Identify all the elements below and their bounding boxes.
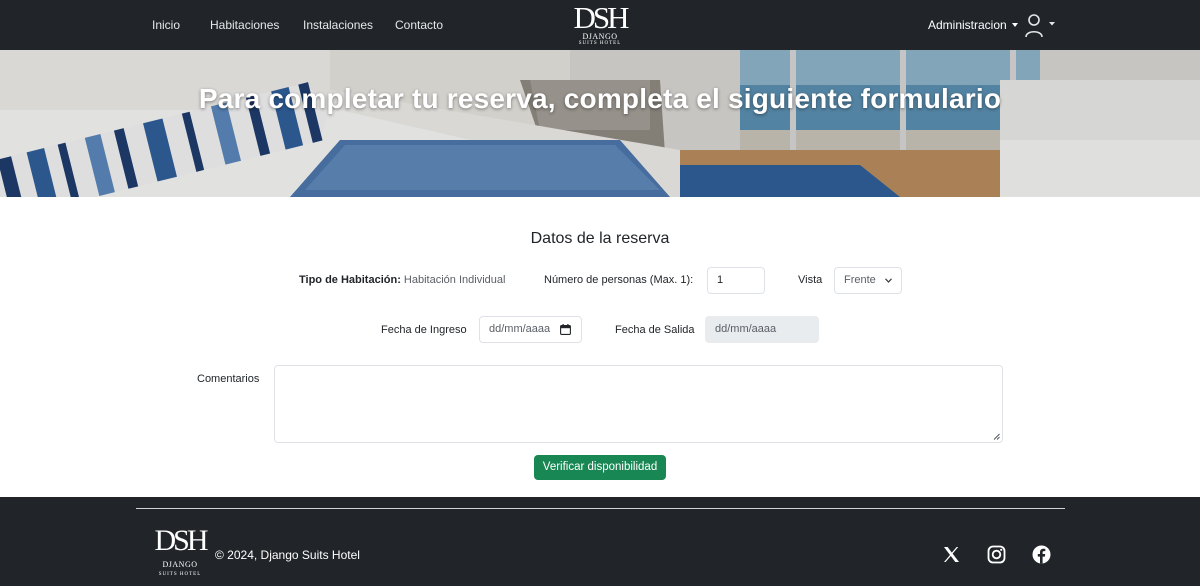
user-menu-button[interactable] — [1024, 13, 1058, 39]
footer-divider — [136, 508, 1065, 509]
footer-logo-name: DJANGO — [162, 560, 198, 569]
view-select[interactable]: Frente — [834, 267, 902, 294]
nav-link-inicio[interactable]: Inicio — [152, 18, 180, 32]
checkout-date-input: dd/mm/aaaa — [705, 316, 819, 343]
view-label: Vista — [798, 274, 823, 286]
hotel-logo[interactable]: DSH DJANGO SUITS HOTEL — [566, 2, 634, 48]
persons-label: Número de personas (Max. 1): — [544, 274, 694, 286]
admin-label: Administracion — [928, 18, 1007, 32]
verify-availability-button[interactable]: Verificar disponibilidad — [534, 455, 666, 480]
facebook-icon[interactable] — [1032, 545, 1051, 564]
logo-monogram: DSH — [573, 0, 629, 35]
checkout-label: Fecha de Salida — [615, 324, 695, 336]
persons-input[interactable]: 1 — [707, 267, 765, 294]
footer-logo-subtitle: SUITS HOTEL — [158, 572, 202, 577]
footer-logo[interactable]: DSH DJANGO SUITS HOTEL — [150, 526, 210, 581]
room-type-label: Tipo de Habitación: — [299, 274, 401, 286]
hero-title: Para completar tu reserva, completa el s… — [198, 83, 1002, 114]
room-type-field: Tipo de Habitación: Habitación Individua… — [299, 274, 505, 286]
user-icon — [1025, 14, 1055, 38]
hero-room-photo — [0, 50, 1200, 197]
hero-banner: Para completar tu reserva, completa el s… — [0, 50, 1200, 197]
copyright-text: © 2024, Django Suits Hotel — [215, 548, 360, 562]
admin-dropdown[interactable]: Administracion — [928, 18, 1018, 32]
chevron-down-icon — [885, 278, 892, 283]
checkin-label: Fecha de Ingreso — [381, 324, 467, 336]
room-type-value: Habitación Individual — [403, 274, 506, 286]
x-icon[interactable] — [942, 545, 961, 564]
checkin-placeholder: dd/mm/aaaa — [489, 323, 551, 335]
footer: DSH DJANGO SUITS HOTEL © 2024, Django Su… — [0, 497, 1200, 586]
resize-grip-icon[interactable] — [993, 433, 1000, 440]
nav-link-habitaciones[interactable]: Habitaciones — [210, 18, 279, 32]
checkin-date-input[interactable]: dd/mm/aaaa — [479, 316, 582, 343]
nav-link-instalaciones[interactable]: Instalaciones — [303, 18, 373, 32]
chevron-down-icon — [1011, 23, 1018, 27]
navbar: Inicio Habitaciones Instalaciones Contac… — [0, 0, 1200, 50]
instagram-icon[interactable] — [987, 545, 1006, 564]
nav-link-contacto[interactable]: Contacto — [395, 18, 443, 32]
comments-label: Comentarios — [197, 373, 260, 385]
logo-subtitle: SUITS HOTEL — [578, 41, 622, 46]
comments-textarea[interactable] — [274, 365, 1003, 443]
calendar-icon[interactable] — [560, 324, 571, 335]
section-title: Datos de la reserva — [530, 230, 670, 247]
footer-logo-monogram: DSH — [154, 524, 208, 557]
view-select-value: Frente — [844, 274, 876, 286]
